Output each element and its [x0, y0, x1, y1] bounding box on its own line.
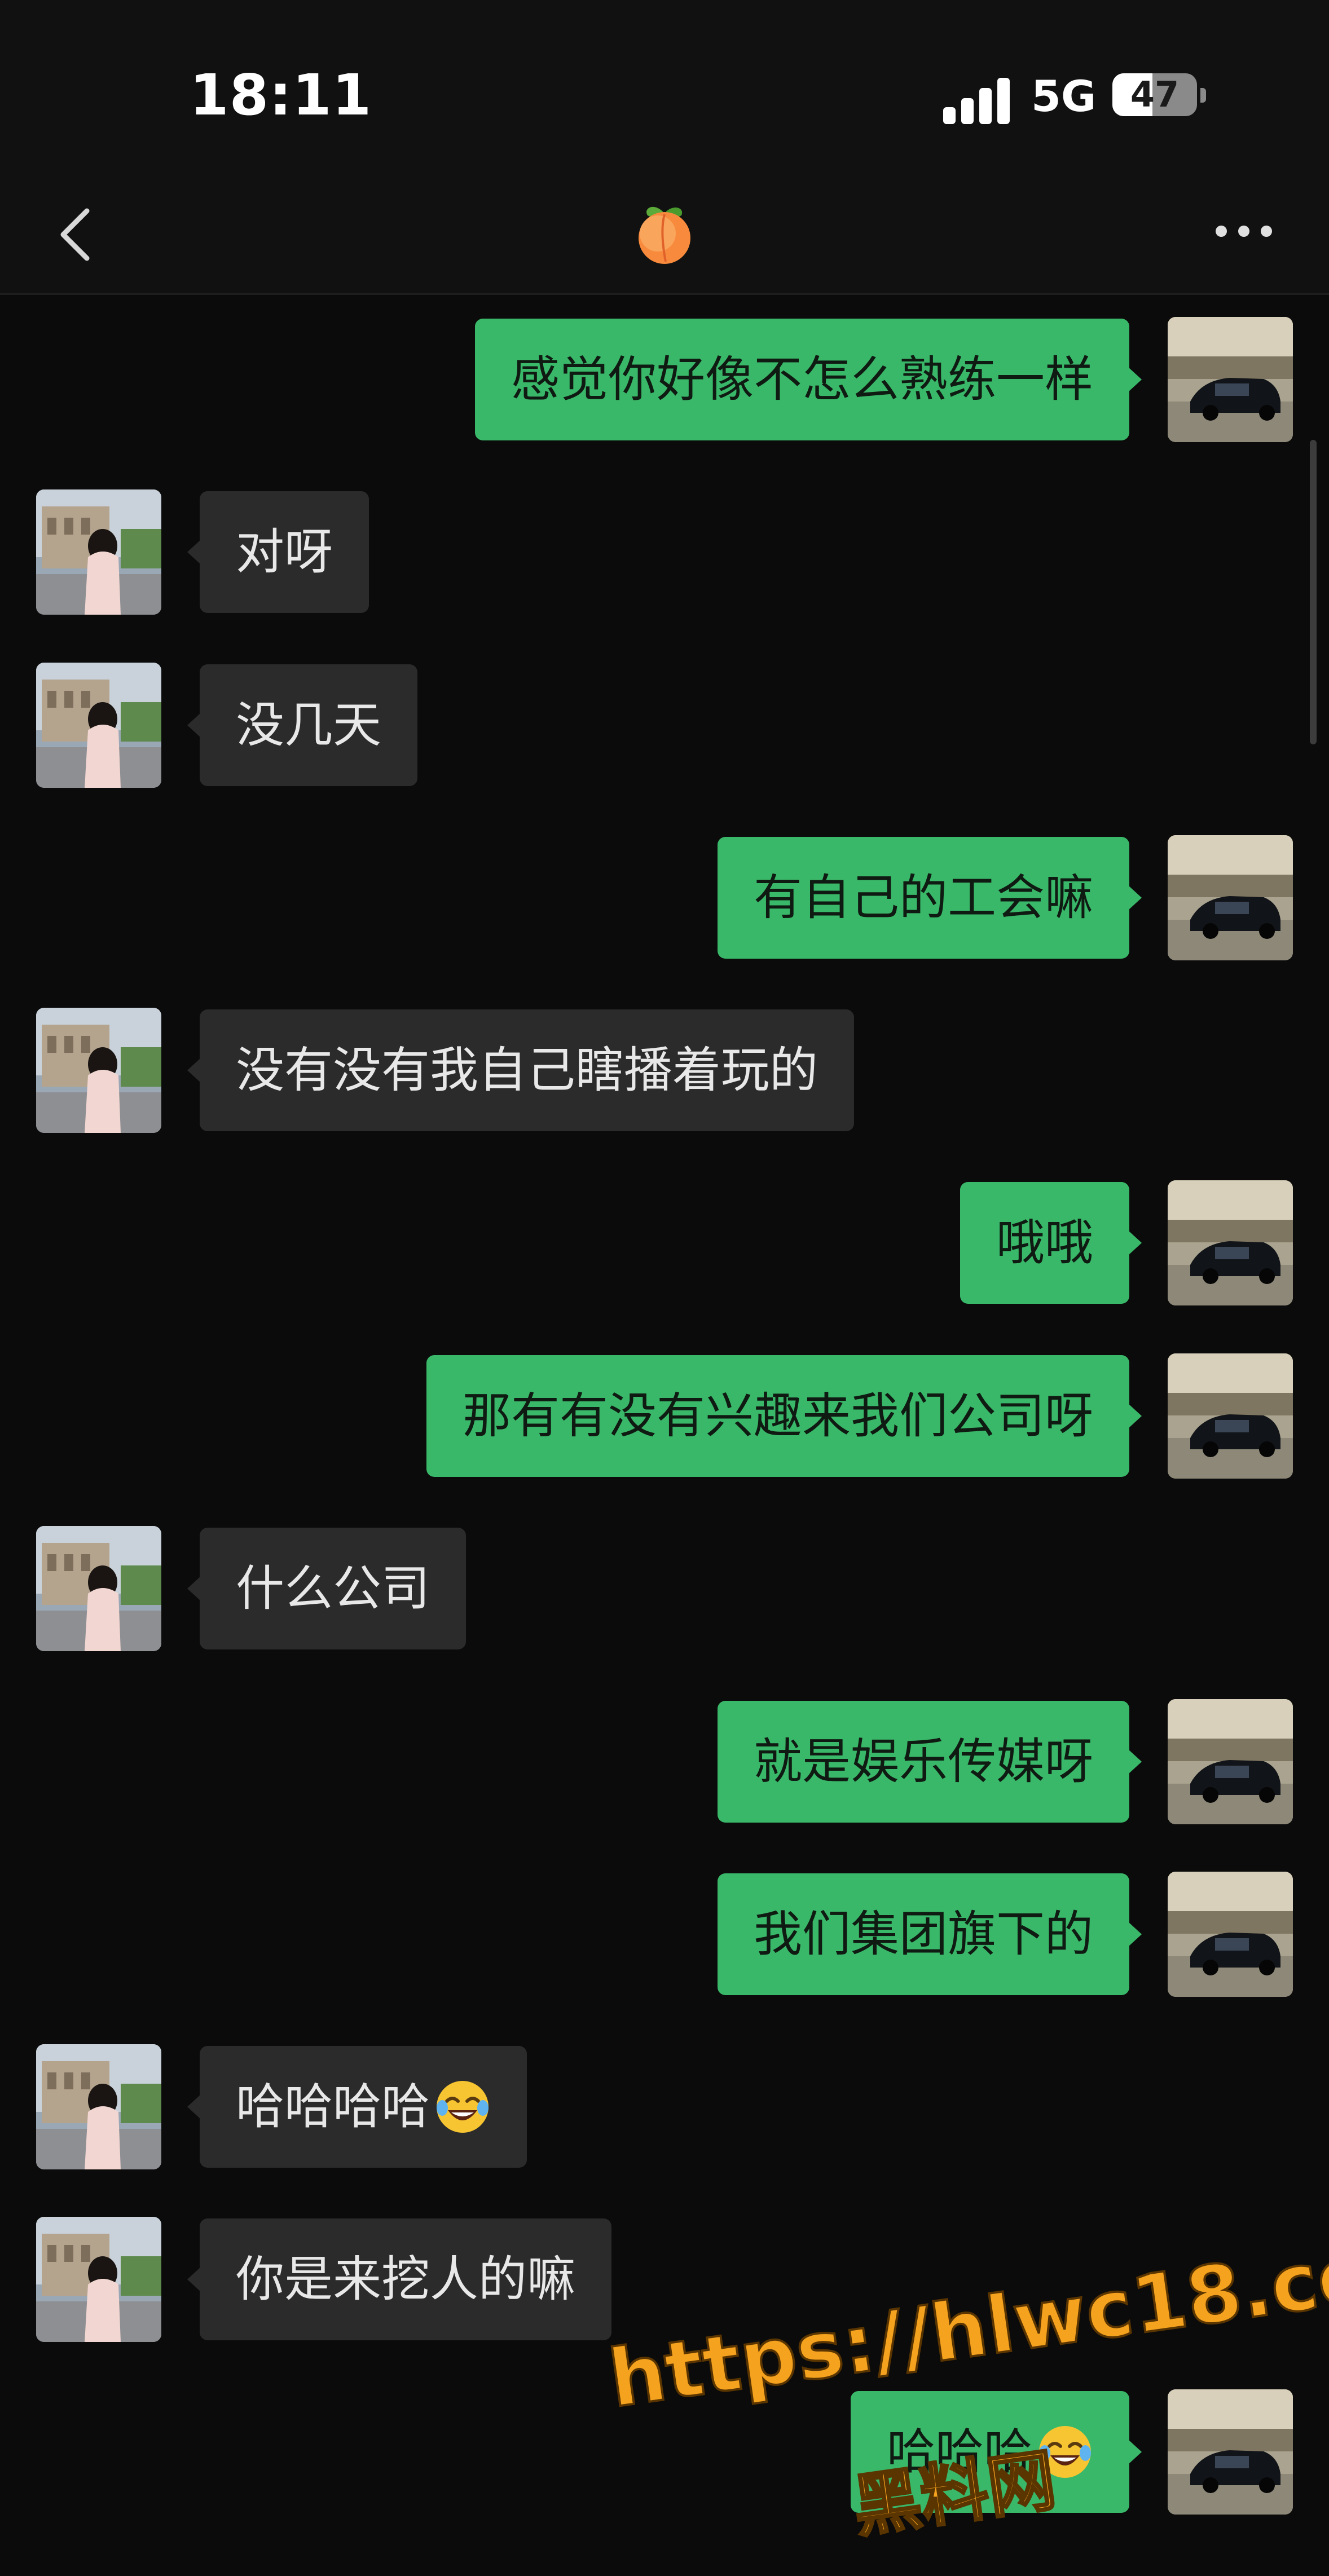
my-avatar[interactable]: [1168, 1353, 1293, 1479]
contact-avatar[interactable]: [36, 663, 161, 788]
outgoing-message: 我们集团旗下的: [718, 1872, 1293, 1997]
tears-of-joy-icon: [430, 2079, 491, 2135]
incoming-message: 没几天: [36, 663, 417, 788]
incoming-message: 对呀: [36, 489, 369, 615]
incoming-message: 没有没有我自己瞎播着玩的: [36, 1008, 854, 1133]
message-bubble[interactable]: 对呀: [187, 491, 369, 613]
status-bar: 18:11 5G 47: [0, 0, 1329, 169]
battery-cap: [1200, 88, 1206, 103]
message-bubble[interactable]: 什么公司: [187, 1528, 466, 1649]
contact-avatar[interactable]: [36, 2217, 161, 2342]
message-text: 对呀: [236, 524, 333, 580]
message-text: 有自己的工会嘛: [754, 870, 1093, 926]
my-avatar[interactable]: [1168, 835, 1293, 960]
outgoing-message: 感觉你好像不怎么熟练一样: [475, 317, 1293, 442]
message-bubble[interactable]: 我们集团旗下的: [718, 1873, 1142, 1995]
message-text: 没有没有我自己瞎播着玩的: [236, 1042, 818, 1099]
message-text: 哈哈哈哈: [236, 2079, 430, 2135]
my-avatar[interactable]: [1168, 317, 1293, 442]
my-avatar[interactable]: [1168, 1180, 1293, 1305]
message-text: 哦哦: [996, 1215, 1093, 1271]
message-bubble[interactable]: 没有没有我自己瞎播着玩的: [187, 1009, 854, 1131]
message-text: 就是娱乐传媒呀: [754, 1733, 1093, 1790]
message-text: 那有有没有兴趣来我们公司呀: [463, 1388, 1093, 1444]
message-text: 感觉你好像不怎么熟练一样: [511, 351, 1093, 408]
chat-header: [0, 169, 1329, 295]
outgoing-message: 哦哦: [960, 1180, 1293, 1305]
message-text: 你是来挖人的嘛: [236, 2251, 575, 2308]
message-bubble[interactable]: 没几天: [187, 664, 417, 786]
message-text: 什么公司: [236, 1560, 430, 1617]
my-avatar[interactable]: [1168, 1872, 1293, 1997]
battery-level: 47: [1130, 74, 1180, 115]
outgoing-message: 有自己的工会嘛: [718, 835, 1293, 960]
incoming-message: 哈哈哈哈: [36, 2044, 527, 2169]
message-bubble[interactable]: 那有有没有兴趣来我们公司呀: [426, 1355, 1142, 1477]
message-bubble[interactable]: 你是来挖人的嘛: [187, 2218, 611, 2340]
cellular-signal-icon: [943, 78, 1010, 124]
ellipsis-icon[interactable]: [1213, 214, 1275, 248]
contact-avatar[interactable]: [36, 1526, 161, 1651]
message-bubble[interactable]: 感觉你好像不怎么熟练一样: [475, 319, 1142, 440]
incoming-message: 什么公司: [36, 1526, 466, 1651]
contact-avatar[interactable]: [36, 489, 161, 615]
scrollbar[interactable]: [1310, 440, 1317, 744]
message-text: 没几天: [236, 697, 381, 753]
message-bubble[interactable]: 哦哦: [960, 1182, 1142, 1304]
battery-icon: 47: [1112, 73, 1197, 116]
message-bubble[interactable]: 就是娱乐传媒呀: [718, 1701, 1142, 1823]
peach-icon: [631, 199, 698, 266]
contact-avatar[interactable]: [36, 1008, 161, 1133]
outgoing-message: 那有有没有兴趣来我们公司呀: [426, 1353, 1293, 1479]
message-bubble[interactable]: 哈哈哈哈: [187, 2046, 527, 2168]
contact-avatar[interactable]: [36, 2044, 161, 2169]
message-text: 我们集团旗下的: [754, 1906, 1093, 1962]
chevron-left-icon[interactable]: [50, 206, 106, 263]
incoming-message: 你是来挖人的嘛: [36, 2217, 611, 2342]
message-bubble[interactable]: 有自己的工会嘛: [718, 837, 1142, 959]
status-time: 18:11: [190, 62, 372, 128]
outgoing-message: 就是娱乐传媒呀: [718, 1699, 1293, 1824]
my-avatar[interactable]: [1168, 2389, 1293, 2515]
network-type: 5G: [1031, 71, 1097, 121]
my-avatar[interactable]: [1168, 1699, 1293, 1824]
